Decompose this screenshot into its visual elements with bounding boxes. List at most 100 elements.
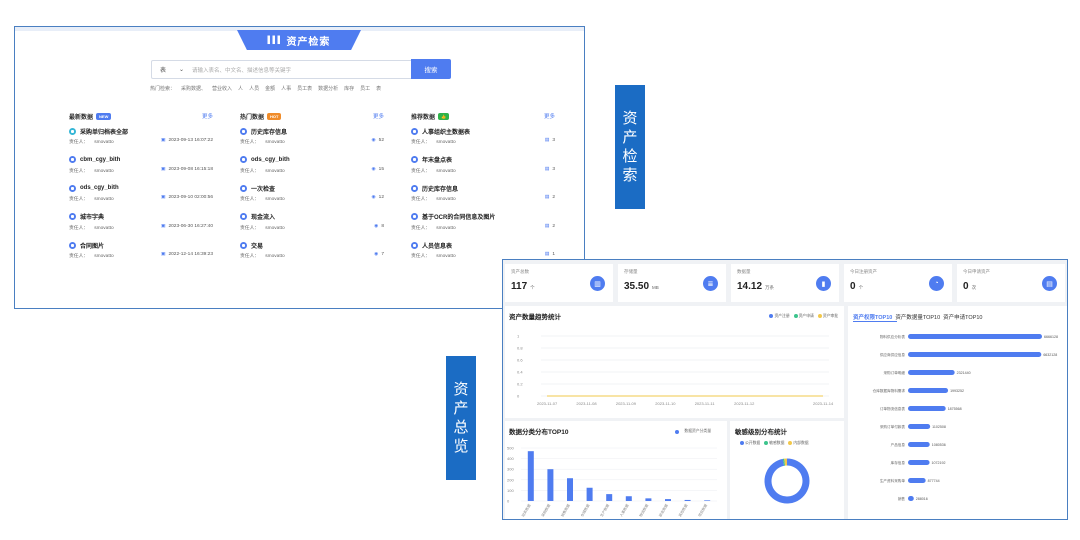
asset-name[interactable]: 历史库存信息 xyxy=(411,183,555,193)
asset-list-item[interactable]: 历史库存信息 责任人： smovatto ◉ 52 xyxy=(240,122,384,151)
more-link[interactable]: 更多 xyxy=(202,112,213,120)
hot-word-link[interactable]: 表 xyxy=(376,85,381,92)
top10-tab[interactable]: 资产数据量TOP10 xyxy=(895,313,940,321)
asset-meta: 责任人： smovatto ◉ 15 xyxy=(240,167,384,174)
more-link[interactable]: 更多 xyxy=(373,112,384,120)
category-chart-card: 数据分类分布TOP10 数据资产分类量 500 400 300 200 100 0 财务数据… xyxy=(505,421,727,519)
y-tick-label: 400 xyxy=(507,456,514,461)
trend-chart-card: 资产数量趋势统计 资产注册 资产申请 资产审批 1 0.8 0.6 0.4 0.2 0 2023… xyxy=(505,306,844,418)
asset-name[interactable]: 城市字典 xyxy=(69,212,213,222)
search-type-select[interactable]: 表 ⌄ xyxy=(152,61,192,78)
hot-word-link[interactable]: 员工表 xyxy=(297,85,312,92)
asset-name[interactable]: 人事组织主数据表 xyxy=(411,126,555,136)
bar-category-label: 采购订单付款表 xyxy=(880,424,906,429)
asset-meta-value: 2 xyxy=(552,223,555,229)
top10-tab[interactable]: 资产权限TOP10 xyxy=(853,313,892,321)
bar-category-label: 供应商供应信息 xyxy=(880,352,906,357)
asset-list-item[interactable]: 合同图片责任人： smovatto ▣ 2022-12-14 16:39:23 xyxy=(69,236,213,265)
x-tick-label: 2023-11-07 xyxy=(537,401,558,406)
asset-owner: 责任人： smovatto xyxy=(411,138,456,145)
asset-list-item[interactable]: 人事组织主数据表 责任人： smovatto ▤ 3 xyxy=(411,122,555,151)
top10-tab[interactable]: 资产申请TOP10 xyxy=(943,313,982,321)
asset-list-item[interactable]: cbm_cgy_bith 责任人： smovatto ▣ 2023-09-08 16:1… xyxy=(69,151,213,180)
x-tick-label: 2023-11-12 xyxy=(734,401,755,406)
category-bar-chart: 500 400 300 200 100 0 财务数据 采购数据 销售数据 仓储数据 生产数据 人事数据… xyxy=(507,446,717,518)
x-tick-label: 其他数据 xyxy=(677,503,689,518)
document-icon: ▤ xyxy=(544,252,550,257)
asset-meta-right: ◉ 15 xyxy=(371,167,384,174)
eye-icon: ◉ xyxy=(374,252,379,257)
asset-type-icon xyxy=(411,213,418,220)
asset-name[interactable]: 历史库存信息 xyxy=(240,126,384,136)
y-tick-label: 0.6 xyxy=(517,358,523,363)
asset-list-item[interactable]: ods_cgy_bith 责任人： smovatto ◉ 15 xyxy=(240,151,384,180)
hot-word-link[interactable]: 库存 xyxy=(344,85,354,92)
asset-meta-value: 2023-09-10 02:00:56 xyxy=(168,195,213,200)
hot-word-link[interactable]: 人事 xyxy=(281,85,291,92)
asset-meta: 责任人： smovatto ▣ 2022-12-14 16:39:23 xyxy=(69,252,213,259)
y-tick-label: 200 xyxy=(507,477,514,482)
asset-meta-right: ▤ 2 xyxy=(545,224,555,231)
search-button[interactable]: 搜索 xyxy=(411,59,451,79)
top10-tabs: 资产权限TOP10 资产数据量TOP10 资产申请TOP10 xyxy=(853,313,982,321)
label-char: 资 xyxy=(453,381,469,398)
asset-list-item[interactable]: 交易 责任人： smovatto ◉ 7 xyxy=(240,236,384,265)
y-tick-label: 100 xyxy=(507,488,514,493)
asset-name[interactable]: 年末盘点表 xyxy=(411,155,555,165)
asset-type-icon xyxy=(240,184,247,192)
asset-name-text: 现金流入 xyxy=(251,215,276,221)
asset-list-item[interactable]: 现金流入 责任人： smovatto ◉ 8 xyxy=(240,208,384,237)
asset-name[interactable]: 人员信息表 xyxy=(411,240,555,250)
asset-list-item[interactable]: 采购单归档表全部 责任人： smovatto ▣ 2023-09-13 16:07:22 xyxy=(69,122,213,151)
asset-name[interactable]: 合同图片 xyxy=(69,240,213,250)
chart-icon: ▮ xyxy=(816,276,831,291)
asset-list-item[interactable]: 历史库存信息 责任人： smovatto ▤ 2 xyxy=(411,179,555,208)
calendar-icon: ▣ xyxy=(160,252,166,257)
hot-word-link[interactable]: 数据分析 xyxy=(318,85,338,92)
hot-word-link[interactable]: 采购数据、 xyxy=(181,85,206,92)
asset-meta: 责任人： smovatto ◉ 12 xyxy=(240,195,384,202)
x-tick-label: 研发数据 xyxy=(658,503,670,518)
asset-list-item[interactable]: 一次检查责任人： smovatto ◉ 12 xyxy=(240,179,384,208)
asset-meta: 责任人： smovatto ▣ 2023-09-08 16:15:18 xyxy=(69,167,213,174)
asset-list-item[interactable]: 年末盘点表 责任人： smovatto ▤ 3 xyxy=(411,151,555,180)
hot-word-link[interactable]: 人员 xyxy=(249,85,259,92)
asset-meta: 责任人： smovatto ▣ 2023-06-30 16:27:40 xyxy=(69,224,213,231)
hot-word-link[interactable]: 金额 xyxy=(265,85,275,92)
asset-name[interactable]: cbm_cgy_bith xyxy=(69,155,213,165)
asset-name[interactable]: 交易 xyxy=(240,240,384,250)
stat-number: 0 xyxy=(963,281,969,292)
asset-meta-value: 2022-12-14 16:39:23 xyxy=(168,252,213,257)
asset-name[interactable]: 一次检查 xyxy=(240,183,384,193)
hot-word-link[interactable]: 营业收入 xyxy=(212,85,232,92)
asset-owner: 责任人： smovatto xyxy=(411,224,456,231)
asset-owner: 责任人： smovatto xyxy=(411,167,456,174)
asset-list-item[interactable]: ods_cgy_bith 责任人： smovatto ▣ 2023-09-10 02:0… xyxy=(69,179,213,208)
hot-word-link[interactable]: 人 xyxy=(238,85,243,92)
stat-number: 117 xyxy=(511,281,528,292)
asset-meta-value: 3 xyxy=(552,138,555,143)
stat-label: 存储量 xyxy=(624,269,638,274)
bar xyxy=(547,469,554,501)
y-tick-label: 0.8 xyxy=(517,346,523,351)
legend-item: 资产注册 xyxy=(769,314,790,319)
asset-list-item[interactable]: 基于OCR的合同信息及图片 责任人： smovatto ▤ 2 xyxy=(411,208,555,237)
bar xyxy=(645,498,652,501)
asset-name[interactable]: 基于OCR的合同信息及图片 xyxy=(411,212,555,222)
column-title: 推荐数据 👍 xyxy=(411,112,449,121)
bar xyxy=(586,487,593,501)
asset-name[interactable]: 采购单归档表全部 xyxy=(69,126,213,136)
eye-icon: ◉ xyxy=(371,138,376,143)
legend-item: 资产申请 xyxy=(793,314,814,319)
search-input[interactable]: 表 ⌄ 请输入表名、中文名、描述信息等关键字 xyxy=(151,60,413,79)
asset-name[interactable]: 现金流入 xyxy=(240,212,384,222)
asset-name[interactable]: ods_cgy_bith xyxy=(240,155,384,165)
y-tick-label: 0 xyxy=(517,394,520,399)
more-link[interactable]: 更多 xyxy=(544,112,555,120)
legend-dot xyxy=(817,314,822,318)
asset-owner: 责任人： smovatto xyxy=(69,224,114,231)
hbar xyxy=(908,406,946,411)
asset-list-item[interactable]: 城市字典责任人： smovatto ▣ 2023-06-30 16:27:40 xyxy=(69,208,213,237)
asset-name[interactable]: ods_cgy_bith xyxy=(69,183,213,193)
hot-word-link[interactable]: 员工 xyxy=(360,85,370,92)
